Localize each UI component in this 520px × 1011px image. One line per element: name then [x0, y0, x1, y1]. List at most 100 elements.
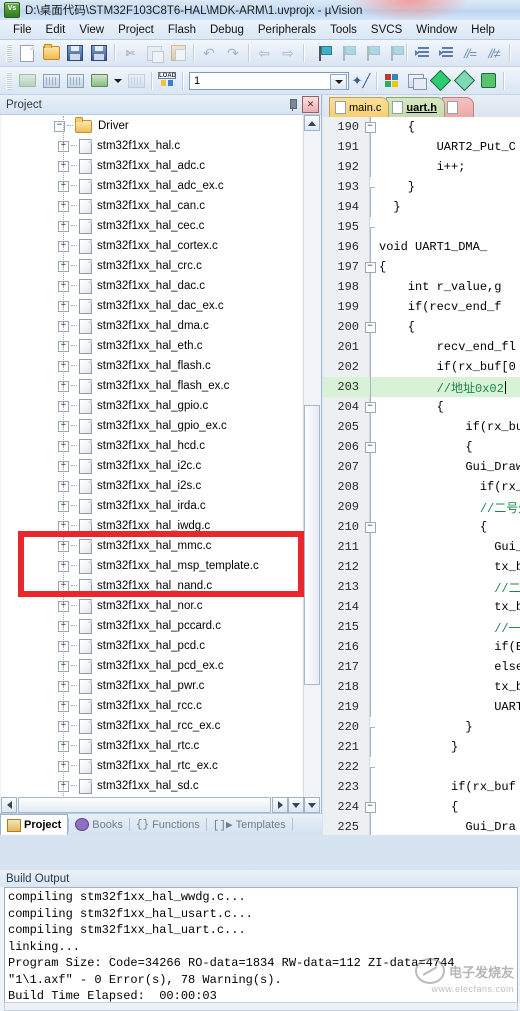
code-line[interactable]: 197−{ [323, 257, 520, 277]
menu-flash[interactable]: Flash [161, 22, 203, 38]
editor-tab-uart-h[interactable]: uart.h [386, 97, 445, 117]
scroll-left-button[interactable] [1, 797, 17, 813]
batch-build-dropdown[interactable] [112, 70, 123, 91]
tree-row-file[interactable]: + stm32f1xx_hal_adc.c [2, 156, 303, 176]
build-button[interactable] [40, 70, 62, 91]
close-icon[interactable]: ✕ [302, 96, 319, 113]
code-line[interactable]: 209 //二号外 [323, 497, 520, 517]
build-output-hscrollbar[interactable] [4, 1002, 518, 1011]
pin-icon[interactable] [286, 98, 299, 112]
tree-row-file[interactable]: + stm32f1xx_hal_irda.c [2, 496, 303, 516]
project-tree[interactable]: − Driver + stm32f1xx_hal.c + stm32f1xx_hal_ad… [1, 115, 304, 813]
manage-run-time-button[interactable] [405, 70, 427, 91]
tree-row-file[interactable]: + stm32f1xx_hal_nand.c [2, 576, 303, 596]
code-line[interactable]: 196 void UART1_DMA_ [323, 237, 520, 257]
download-button[interactable]: LOAD [156, 70, 178, 91]
tree-row-file[interactable]: + stm32f1xx_hal_i2c.c [2, 456, 303, 476]
fold-toggle[interactable]: − [364, 261, 376, 273]
save-all-button[interactable] [88, 43, 110, 64]
tree-row-file[interactable]: + stm32f1xx_hal_adc_ex.c [2, 176, 303, 196]
tree-row-file[interactable]: + stm32f1xx_hal_nor.c [2, 596, 303, 616]
code-line[interactable]: 203 //地址0x02 [323, 377, 520, 397]
next-bookmark-button[interactable] [356, 43, 380, 64]
code-line[interactable]: 191 UART2_Put_C [323, 137, 520, 157]
translate-button[interactable] [16, 70, 38, 91]
code-line[interactable]: 221 } [323, 737, 520, 757]
tree-row-file[interactable]: + stm32f1xx_hal_flash_ex.c [2, 376, 303, 396]
menu-project[interactable]: Project [111, 22, 161, 38]
fold-toggle[interactable]: − [364, 441, 376, 453]
code-line[interactable]: 202 if(rx_buf[0 [323, 357, 520, 377]
tree-row-file[interactable]: + stm32f1xx_hal_rtc.c [2, 736, 303, 756]
code-line[interactable]: 201 recv_end_fl [323, 337, 520, 357]
code-line[interactable]: 219 UART1 [323, 697, 520, 717]
code-line[interactable]: 210− { [323, 517, 520, 537]
manage-project-items-button[interactable] [381, 70, 403, 91]
editor-tab-main-c[interactable]: main.c [329, 97, 390, 117]
tree-row-file[interactable]: + stm32f1xx_hal_gpio.c [2, 396, 303, 416]
code-line[interactable]: 212 tx_bu [323, 557, 520, 577]
code-line[interactable]: 211 Gui_D [323, 537, 520, 557]
code-line[interactable]: 223 if(rx_buf [323, 777, 520, 797]
menu-tools[interactable]: Tools [323, 22, 364, 38]
tree-row-file[interactable]: + stm32f1xx_hal_eth.c [2, 336, 303, 356]
menu-help[interactable]: Help [464, 22, 502, 38]
tree-row-file[interactable]: + stm32f1xx_hal_crc.c [2, 256, 303, 276]
code-line[interactable]: 220 } [323, 717, 520, 737]
editor-tab-third[interactable] [441, 97, 474, 117]
tree-row-file[interactable]: + stm32f1xx_hal_pcd.c [2, 636, 303, 656]
tree-row-driver[interactable]: − Driver [2, 116, 303, 136]
fold-toggle[interactable]: − [364, 801, 376, 813]
tree-row-file[interactable]: + stm32f1xx_hal_rcc_ex.c [2, 716, 303, 736]
tree-row-file[interactable]: + stm32f1xx_hal_i2s.c [2, 476, 303, 496]
batch-build-button[interactable] [88, 70, 110, 91]
fold-toggle[interactable]: − [364, 521, 376, 533]
tree-row-file[interactable]: + stm32f1xx_hal_dac.c [2, 276, 303, 296]
uncomment-button[interactable]: //≠ [483, 43, 505, 64]
toolbar-grip[interactable] [6, 44, 12, 62]
fold-toggle[interactable]: − [364, 121, 376, 133]
stop-build-button[interactable] [125, 70, 147, 91]
pack-installer-button[interactable] [453, 69, 475, 92]
open-file-button[interactable] [40, 43, 62, 64]
target-selector-arrow[interactable] [330, 73, 347, 90]
code-line[interactable]: 200− { [323, 317, 520, 337]
tab-functions[interactable]: {} Functions [130, 814, 206, 835]
new-file-button[interactable] [16, 43, 38, 64]
menu-file[interactable]: File [6, 22, 39, 38]
target-options-button[interactable]: ✦╱ [350, 70, 372, 91]
project-tree-hscrollbar[interactable] [1, 797, 304, 813]
code-line[interactable]: 213 //二号 [323, 577, 520, 597]
redo-button[interactable]: ↷ [222, 43, 244, 64]
code-line[interactable]: 190− { [323, 117, 520, 137]
prev-bookmark-button[interactable] [332, 43, 356, 64]
menu-debug[interactable]: Debug [203, 22, 251, 38]
navigate-back-button[interactable]: ⇦ [253, 43, 275, 64]
tree-row-file[interactable]: + stm32f1xx_hal_can.c [2, 196, 303, 216]
tree-row-file[interactable]: + stm32f1xx_hal_sd.c [2, 776, 303, 796]
select-software-packs-button[interactable] [429, 69, 451, 92]
scroll-right-button[interactable] [272, 797, 288, 813]
tree-row-file[interactable]: + stm32f1xx_hal_hcd.c [2, 436, 303, 456]
cut-button[interactable]: ✄ [119, 43, 141, 64]
clear-bookmarks-button[interactable] [380, 43, 404, 64]
tree-row-file[interactable]: + stm32f1xx_hal_dma.c [2, 316, 303, 336]
code-line[interactable]: 225 Gui_Dra [323, 817, 520, 835]
tree-row-file[interactable]: + stm32f1xx_hal_msp_template.c [2, 556, 303, 576]
fold-toggle[interactable]: − [364, 401, 376, 413]
tree-row-file[interactable]: + stm32f1xx_hal_pccard.c [2, 616, 303, 636]
tree-row-file[interactable]: + stm32f1xx_hal_cortex.c [2, 236, 303, 256]
hscroll-extra-button[interactable] [288, 797, 304, 813]
menu-svcs[interactable]: SVCS [364, 22, 409, 38]
undo-button[interactable]: ↶ [198, 43, 220, 64]
tree-row-file[interactable]: + stm32f1xx_hal.c [2, 136, 303, 156]
code-line[interactable]: 198 int r_value,g [323, 277, 520, 297]
project-tree-vscrollbar[interactable] [303, 115, 320, 813]
vscroll-thumb[interactable] [304, 405, 320, 685]
target-selector[interactable]: 1 [189, 71, 349, 90]
tree-row-file[interactable]: + stm32f1xx_hal_mmc.c [2, 536, 303, 556]
manage-packs-button[interactable] [477, 70, 499, 91]
copy-button[interactable] [143, 43, 165, 64]
tree-row-file[interactable]: + stm32f1xx_hal_dac_ex.c [2, 296, 303, 316]
tab-project[interactable]: Project [0, 814, 69, 835]
